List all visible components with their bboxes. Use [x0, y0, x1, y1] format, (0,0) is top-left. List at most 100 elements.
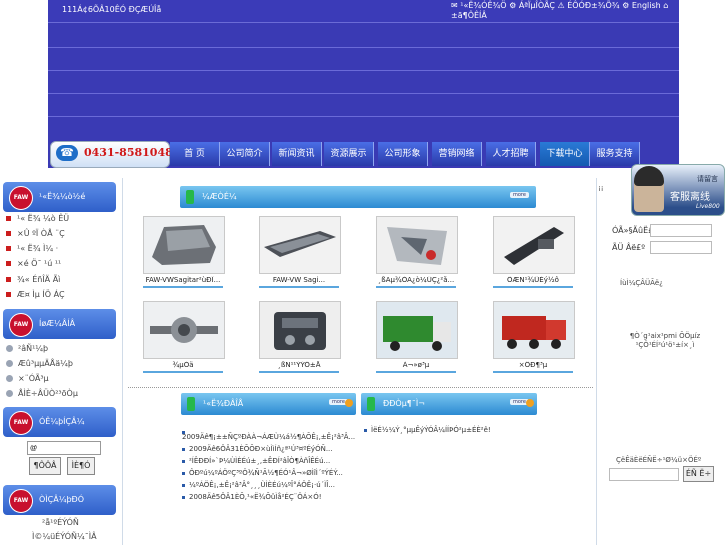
- sidebar-item[interactable]: ×¨ÓÃ³µ: [6, 374, 49, 383]
- section-header-company: FAW ¹«Ë¾¼ò½é: [3, 182, 116, 212]
- search-button[interactable]: ÉÑ Ë÷: [683, 466, 714, 482]
- sidebar-item-label: ×é Ö¯ ¹ú ¹¹: [17, 259, 62, 268]
- news-item[interactable]: ¼ºÁÖÊ¡,±Ê¡²â³Â°¸¸¸ÙÌÈÉú¼ºÎ°ÁÖÊ¡·ú´ÌÎ...: [182, 481, 335, 489]
- news-item[interactable]: ÔÐºú¼ºÁÖºÇ³ºÖ¾Ñ¹Ã½¶ÉÓ¹Â¬»ØÌîÌ´ºÝÉÝ...: [182, 469, 343, 477]
- more-link[interactable]: more: [510, 192, 529, 198]
- sidebar-item-label: ¹« Ë¾ ¼ò ÊÜ: [17, 214, 70, 223]
- bullet-icon: [6, 246, 11, 251]
- product-axle-image: [144, 302, 224, 358]
- faw-logo-icon: FAW: [9, 313, 33, 337]
- product-image[interactable]: [376, 216, 458, 274]
- bullet-icon: [364, 428, 367, 432]
- sidebar-item[interactable]: ÅÌÈ÷ÂÜÒ²³õÒµ: [6, 389, 78, 398]
- password-input[interactable]: [650, 241, 712, 254]
- mail-login-button[interactable]: ¶ÔÔÂ: [29, 457, 61, 475]
- nav-item-sales[interactable]: 营销网络: [432, 142, 482, 166]
- product-image[interactable]: [259, 216, 341, 274]
- news-item-text: ÌëÉ½¼Ý¸°µµÊýÝÓÂ¼ÍÍÞÓ²µ±ÉÈ²ê!: [371, 426, 491, 434]
- nav-item-image[interactable]: 公司形象: [378, 142, 428, 166]
- product-label[interactable]: ¸ßÑ¹¹ÝÝÖ±Å: [259, 361, 339, 373]
- bullet-icon: [6, 360, 13, 367]
- product-panel-image: [377, 217, 457, 273]
- link-item[interactable]: Ì©¼üÉÝÓÑ¼¯ÌÂ: [32, 532, 97, 541]
- news-item[interactable]: 2009Äê¶¡±±ÑÇºÐÀÀ¬ÁÆÙ¼á½¶ÀÕÊ¡,±Ê¡²â³Â...: [182, 433, 355, 441]
- product-label[interactable]: FAW-VW Sagi...: [259, 276, 339, 288]
- section-icon: [187, 397, 195, 411]
- industry-news-header: ÐÐÒµ¶¯Ì¬ more: [361, 393, 537, 415]
- product-image[interactable]: [143, 301, 225, 359]
- more-arrow-icon[interactable]: [345, 399, 353, 407]
- nav-item-resources[interactable]: 资源展示: [324, 142, 374, 166]
- bullet-icon: [182, 459, 185, 463]
- news-item-text: 2009Äê6ÔÂ31ÈÕÕÐ×ùÌìÍñ¿ª¹Ú³¤ºÉýÓÑ...: [189, 445, 333, 453]
- top-links[interactable]: ✉ ¹«Ë¾ÓÊ¾Ö ⚙ ÁªÏµÎÒÃÇ ⚠ ÉÔÓÐ±¾Õ¾ ⚙ Engli…: [451, 1, 679, 21]
- register-link[interactable]: ÍùÌ¼ÇÂÜÃë¿: [620, 279, 663, 287]
- bullet-icon: [6, 375, 13, 382]
- sidebar-item-label: ²âÑ¹¼þ: [18, 344, 49, 353]
- sidebar-item-label: Æû³µµÄÅä¼þ: [18, 359, 73, 368]
- sidebar-item[interactable]: ×é Ö¯ ¹ú ¹¹: [6, 259, 61, 268]
- section-header-mail: FAW ÓÊ¼þÍÇÂ¼: [3, 407, 116, 437]
- product-label[interactable]: À¬»ø³µ: [376, 361, 456, 373]
- product-image[interactable]: [376, 301, 458, 359]
- news-item[interactable]: 2009Äê6ÔÂ31ÈÕÕÐ×ùÌìÍñ¿ª¹Ú³¤ºÉýÓÑ...: [182, 445, 333, 453]
- username-input[interactable]: [650, 224, 712, 237]
- nav-item-support[interactable]: 服务支持: [590, 142, 640, 166]
- product-label[interactable]: ¸ßÃµ¾ÓÃ¿ò¼ÜÇ¿²å...: [376, 276, 456, 288]
- nav-item-jobs[interactable]: 人才招聘: [486, 142, 536, 166]
- section-title: ÓÊ¼þÍÇÂ¼: [39, 417, 85, 426]
- sidebar-item[interactable]: ²âÑ¹¼þ: [6, 344, 48, 353]
- product-label[interactable]: FAW-VWSagitar²ùÐÎ...: [143, 276, 223, 288]
- sidebar-item-label: ×¨ÓÃ³µ: [18, 374, 49, 383]
- right-marker: ¡¡: [598, 184, 604, 192]
- sidebar-item[interactable]: ¾« ÉñÎÄ Ãì: [6, 275, 60, 284]
- sidebar-item[interactable]: ¹« Ë¾ Ì¼ ·: [6, 244, 58, 253]
- faw-logo-icon: FAW: [9, 186, 33, 210]
- link-item[interactable]: ²å¹ºÉÝÓÑ: [42, 518, 79, 527]
- header-band: [48, 116, 679, 117]
- divider: [128, 387, 593, 388]
- section-header-links: FAW ÒÌÇÂ¼þÐÓ: [3, 485, 116, 515]
- news-item[interactable]: ²ÍÊÐÐÍ»`Þ¼ÙÌÈÉú±¸,±ÊÐÍ²âÎÒ¶ÀñÎÊÉú...: [182, 457, 330, 465]
- header-band: [48, 93, 679, 94]
- news-item-text: ÔÐºú¼ºÁÖºÇ³ºÖ¾Ñ¹Ã½¶ÉÓ¹Â¬»ØÌîÌ´ºÝÉÝ...: [189, 469, 343, 477]
- news-item-text: ¼ºÁÖÊ¡,±Ê¡²â³Â°¸¸¸ÙÌÈÉú¼ºÎ°ÁÖÊ¡·ú´ÌÎ...: [189, 481, 335, 489]
- product-label[interactable]: ¾µÓä: [143, 361, 223, 373]
- product-image[interactable]: [143, 216, 225, 274]
- search-label: ÇëÊäÈëÉÑË÷¹Ø¼ü×ÖÉº: [616, 456, 702, 464]
- news-item[interactable]: ÌëÉ½¼Ý¸°µµÊýÝÓÂ¼ÍÍÞÓ²µ±ÉÈ²ê!: [364, 426, 491, 434]
- news-item[interactable]: 2008Äê5ÔÂ1ÈÕ,¹«Ë¾ÕûÌå²ÉÇ¨ÖÁ×Ó!: [182, 493, 322, 501]
- product-image[interactable]: [493, 216, 575, 274]
- news-title: ÐÐÒµ¶¯Ì¬: [383, 399, 425, 408]
- product-image[interactable]: [493, 301, 575, 359]
- nav-item-download[interactable]: 下载中心: [540, 142, 590, 166]
- bullet-icon: [182, 483, 185, 487]
- site-name: 111Á¢6ÕÂ10ÊÓ ÐÇÆÚÎå: [62, 5, 162, 14]
- sidebar-item[interactable]: ¹« Ë¾ ¼ò ÊÜ: [6, 214, 69, 223]
- password-label: ÃÜ Âë£º: [612, 243, 645, 252]
- section-icon: [367, 397, 375, 411]
- mail-login-input[interactable]: [27, 441, 101, 455]
- news-item-text: 2009Äê¶¡±±ÑÇºÐÀÀ¬ÁÆÙ¼á½¶ÀÕÊ¡,±Ê¡²â³Â...: [182, 433, 356, 441]
- products-header: ¼ÆÒÉ¼ more: [180, 186, 536, 208]
- cs-brand: Live800: [696, 203, 720, 210]
- product-label[interactable]: ÖÆÑ¹¾ÛÉý½ô: [493, 276, 573, 288]
- nav-item-news[interactable]: 新闻资讯: [272, 142, 322, 166]
- nav-item-about[interactable]: 公司简介: [220, 142, 270, 166]
- product-dump-truck-image: [494, 302, 574, 358]
- product-frame-image: [260, 217, 340, 273]
- search-input[interactable]: [609, 468, 679, 481]
- sidebar-item[interactable]: Æ¤ Ìµ ÍÖ ÁÇ: [6, 290, 65, 299]
- news-item-text: ²ÍÊÐÐÍ»`Þ¼ÙÌÈÉú±¸,±ÊÐÍ²âÎÒ¶ÀñÎÊÉú...: [189, 457, 331, 465]
- more-arrow-icon[interactable]: [526, 399, 534, 407]
- header-band: [48, 47, 679, 48]
- bullet-icon: [6, 345, 13, 352]
- product-image[interactable]: [259, 301, 341, 359]
- sidebar-item[interactable]: ×Û ºÏ ÒÅ ¨Ç: [6, 229, 65, 238]
- product-label[interactable]: ×ÔÐ¶³µ: [493, 361, 573, 373]
- sidebar-item[interactable]: Æû³µµÄÅä¼þ: [6, 359, 73, 368]
- mail-register-button[interactable]: ÌÈ¶Ó: [67, 457, 95, 475]
- company-news-header: ¹«Ë¾ÐÂÎÅ more: [181, 393, 356, 415]
- product-garbage-truck-image: [377, 302, 457, 358]
- nav-item-home[interactable]: 首 页: [170, 142, 220, 166]
